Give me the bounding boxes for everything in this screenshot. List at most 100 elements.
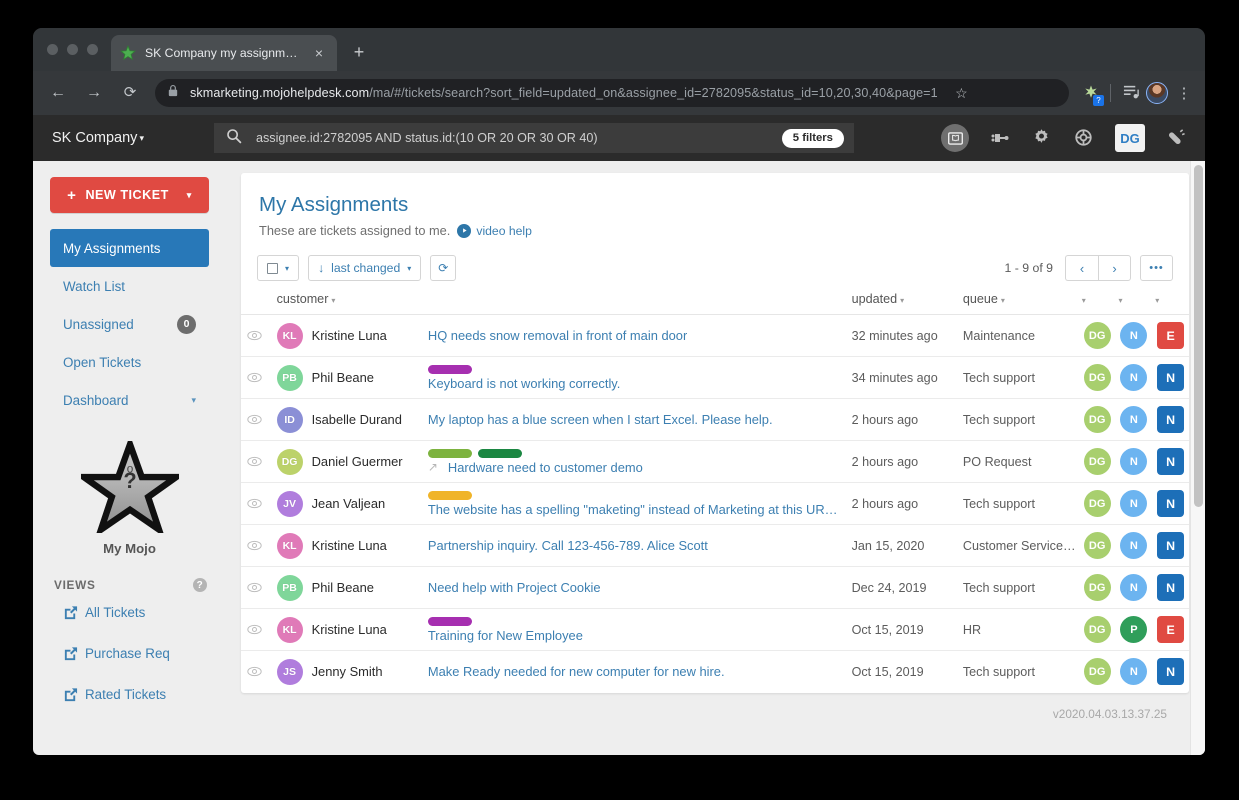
table-row[interactable]: KLKristine LunaTraining for New Employee…	[241, 609, 1189, 651]
eye-icon[interactable]	[247, 538, 262, 553]
watch-cell[interactable]	[241, 609, 277, 651]
video-help-link[interactable]: video help	[457, 224, 532, 238]
assignee-badge[interactable]: DG	[1084, 574, 1111, 601]
assignee-badge[interactable]: DG	[1084, 658, 1111, 685]
workspace-switcher[interactable]: SK Company▾	[52, 130, 144, 146]
assignee-badge[interactable]: DG	[1084, 406, 1111, 433]
extension-icon[interactable]: ?	[1081, 83, 1101, 103]
search-input[interactable]: assignee.id:2782095 AND status.id:(10 OR…	[214, 123, 854, 153]
reload-button[interactable]: ⟳	[116, 79, 144, 107]
forward-button[interactable]: →	[80, 79, 108, 107]
my-mojo-widget[interactable]: o ? My Mojo	[50, 441, 209, 556]
watch-cell[interactable]	[241, 441, 277, 483]
eye-icon[interactable]	[247, 496, 262, 511]
sidebar-view-rated-tickets[interactable]: Rated Tickets	[50, 674, 209, 715]
ticket-subject-link[interactable]: Make Ready needed for new computer for n…	[428, 664, 725, 679]
priority-badge[interactable]: N	[1120, 322, 1147, 349]
window-traffic-lights[interactable]	[47, 44, 98, 55]
watch-cell[interactable]	[241, 525, 277, 567]
table-row[interactable]: JSJenny SmithMake Ready needed for new c…	[241, 651, 1189, 693]
help-icon[interactable]: ?	[193, 578, 207, 592]
status-badge[interactable]: N	[1157, 658, 1184, 685]
watch-cell[interactable]	[241, 567, 277, 609]
user-initials-chip[interactable]: DG	[1115, 124, 1145, 152]
watch-cell[interactable]	[241, 651, 277, 693]
assignee-badge[interactable]: DG	[1084, 364, 1111, 391]
bookmark-star-icon[interactable]: ☆	[946, 85, 968, 102]
eye-icon[interactable]	[247, 412, 262, 427]
priority-badge[interactable]: P	[1120, 616, 1147, 643]
priority-badge[interactable]: N	[1120, 532, 1147, 559]
ticket-subject-link[interactable]: HQ needs snow removal in front of main d…	[428, 328, 687, 343]
reading-list-icon[interactable]	[1120, 83, 1142, 103]
priority-badge[interactable]: N	[1120, 364, 1147, 391]
table-row[interactable]: JVJean ValjeanThe website has a spelling…	[241, 483, 1189, 525]
status-badge[interactable]: N	[1157, 364, 1184, 391]
chevron-down-icon[interactable]: ▾	[191, 395, 196, 406]
help-lifering-icon[interactable]	[1073, 127, 1095, 149]
column-header-priority[interactable]: ▾	[1116, 292, 1153, 315]
assignee-badge[interactable]: DG	[1084, 448, 1111, 475]
status-badge[interactable]: N	[1157, 574, 1184, 601]
minimize-window-button[interactable]	[67, 44, 78, 55]
sidebar-item-unassigned[interactable]: Unassigned 0	[50, 305, 209, 343]
sidebar-item-my-assignments[interactable]: My Assignments	[50, 229, 209, 267]
ticket-subject-link[interactable]: Partnership inquiry. Call 123-456-789. A…	[428, 538, 708, 553]
watch-cell[interactable]	[241, 483, 277, 525]
priority-badge[interactable]: N	[1120, 406, 1147, 433]
column-header-status[interactable]: ▾	[1152, 292, 1189, 315]
ticket-subject-link[interactable]: Need help with Project Cookie	[428, 580, 601, 595]
watch-cell[interactable]	[241, 315, 277, 357]
more-options-button[interactable]: •••	[1140, 255, 1173, 281]
table-row[interactable]: PBPhil BeaneKeyboard is not working corr…	[241, 357, 1189, 399]
chevron-down-icon[interactable]: ▾	[187, 190, 192, 201]
sidebar-item-watch-list[interactable]: Watch List	[50, 267, 209, 305]
watch-cell[interactable]	[241, 357, 277, 399]
ticket-subject-link[interactable]: Keyboard is not working correctly.	[428, 376, 620, 391]
column-header-queue[interactable]: queue▾	[963, 292, 1079, 315]
status-badge[interactable]: N	[1157, 490, 1184, 517]
assignee-badge[interactable]: DG	[1084, 532, 1111, 559]
status-badge[interactable]: E	[1157, 616, 1184, 643]
eye-icon[interactable]	[247, 664, 262, 679]
integrations-icon[interactable]	[989, 127, 1011, 149]
sidebar-view-purchase-req[interactable]: Purchase Req	[50, 633, 209, 674]
browser-tab[interactable]: SK Company my assignments ×	[111, 35, 337, 71]
back-button[interactable]: ←	[44, 79, 72, 107]
knowledge-base-icon[interactable]	[941, 124, 969, 152]
table-row[interactable]: IDIsabelle DurandMy laptop has a blue sc…	[241, 399, 1189, 441]
next-page-button[interactable]: ›	[1098, 255, 1131, 281]
ticket-subject-link[interactable]: Training for New Employee	[428, 628, 583, 643]
select-all-dropdown[interactable]: ▾	[257, 255, 299, 281]
sidebar-item-dashboard[interactable]: Dashboard ▾	[50, 381, 209, 419]
prev-page-button[interactable]: ‹	[1065, 255, 1098, 281]
scrollbar-thumb[interactable]	[1194, 165, 1203, 507]
ticket-subject-link[interactable]: The website has a spelling "maketing" in…	[428, 502, 838, 517]
priority-badge[interactable]: N	[1120, 490, 1147, 517]
sort-dropdown[interactable]: ↓ last changed ▾	[308, 255, 421, 281]
watch-cell[interactable]	[241, 399, 277, 441]
plug-disconnect-icon[interactable]	[1165, 127, 1187, 149]
gear-icon[interactable]	[1031, 127, 1053, 149]
column-header-assignee[interactable]: ▾	[1079, 292, 1116, 315]
table-row[interactable]: KLKristine LunaPartnership inquiry. Call…	[241, 525, 1189, 567]
ticket-subject-link[interactable]: My laptop has a blue screen when I start…	[428, 412, 773, 427]
assignee-badge[interactable]: DG	[1084, 490, 1111, 517]
assignee-badge[interactable]: DG	[1084, 616, 1111, 643]
sidebar-item-open-tickets[interactable]: Open Tickets	[50, 343, 209, 381]
new-tab-button[interactable]: +	[348, 42, 370, 64]
column-header-updated[interactable]: updated▾	[852, 292, 963, 315]
eye-icon[interactable]	[247, 622, 262, 637]
eye-icon[interactable]	[247, 370, 262, 385]
new-ticket-button[interactable]: + NEW TICKET ▾	[50, 177, 209, 213]
profile-avatar[interactable]	[1146, 82, 1168, 104]
page-scrollbar[interactable]	[1190, 161, 1205, 755]
close-window-button[interactable]	[47, 44, 58, 55]
refresh-button[interactable]: ⟳	[430, 255, 456, 281]
table-row[interactable]: KLKristine LunaHQ needs snow removal in …	[241, 315, 1189, 357]
address-bar[interactable]: skmarketing.mojohelpdesk.com/ma/#/ticket…	[155, 79, 1069, 107]
priority-badge[interactable]: N	[1120, 574, 1147, 601]
filters-badge[interactable]: 5 filters	[782, 129, 844, 148]
browser-menu-button[interactable]: ⋮	[1174, 84, 1194, 102]
table-row[interactable]: PBPhil BeaneNeed help with Project Cooki…	[241, 567, 1189, 609]
